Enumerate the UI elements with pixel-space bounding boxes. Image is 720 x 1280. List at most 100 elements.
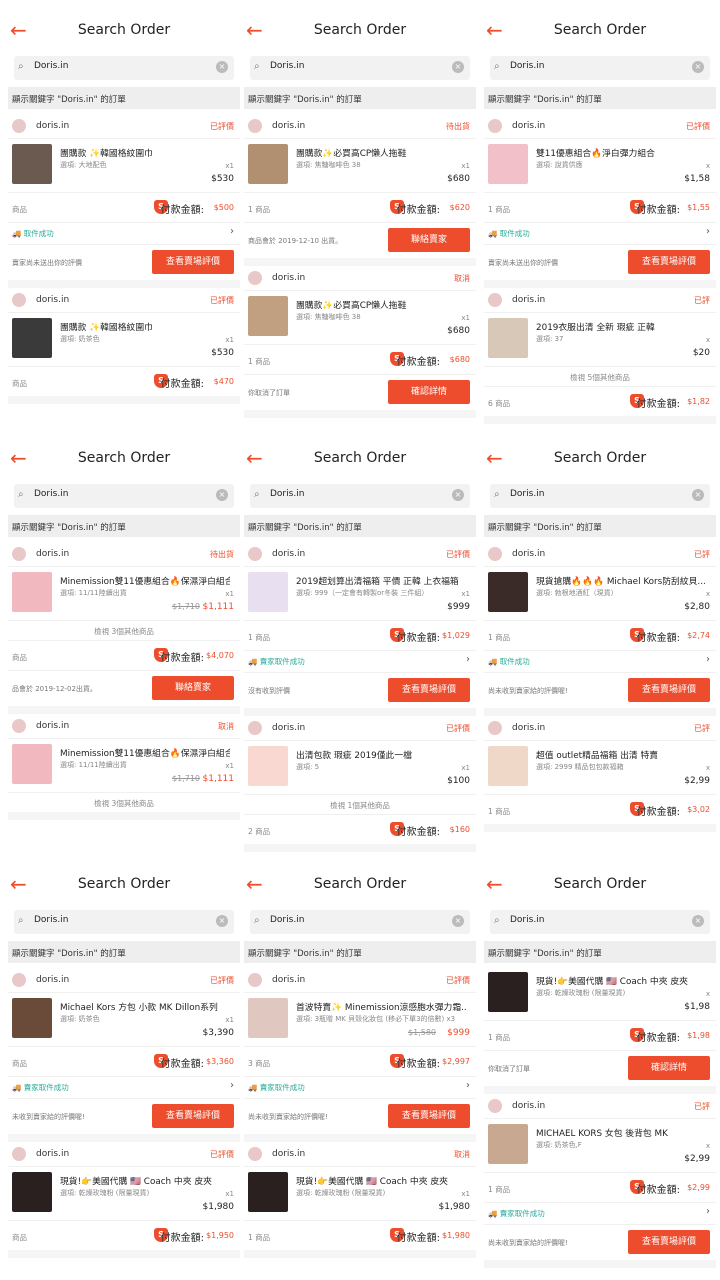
action-button[interactable]: 查看賣場評價 [628, 250, 710, 274]
shop-name[interactable]: doris.in [512, 295, 545, 305]
view-more-link[interactable]: 檢視 1個其他商品 [244, 800, 476, 811]
product-thumbnail[interactable] [488, 746, 528, 786]
order-card[interactable]: doris.in 已評價 出清包款 瑕疵 2019僅此一檔 選項: 5 x1 $100 檢視… [244, 716, 476, 852]
order-card[interactable]: doris.in 已評 MICHAEL KORS 女包 後背包 MK 選項: 奶茶色,… [484, 1094, 716, 1268]
product-title[interactable]: 出清包款 瑕疵 2019僅此一檔 [296, 748, 466, 761]
order-card[interactable]: doris.in 已評 2019衣服出清 全新 瑕疵 正韓 選項: 37 x $20 檢視 … [484, 288, 716, 424]
search-input[interactable]: Doris.in [510, 61, 544, 71]
search-input[interactable]: Doris.in [34, 489, 68, 499]
shipping-status[interactable]: 🚚 賣家取件成功 [488, 1208, 545, 1219]
product-title[interactable]: 超值 outlet精品福箱 出清 特賣 [536, 748, 706, 761]
chevron-right-icon[interactable]: › [706, 654, 710, 665]
clear-icon[interactable]: × [216, 61, 228, 73]
order-card[interactable]: doris.in 已評價 2019超划算出清福箱 平價 正韓 上衣福箱 選項: 999… [244, 542, 476, 716]
order-card[interactable]: doris.in 已評價 Michael Kors 方包 小款 MK Dillon系… [8, 968, 240, 1142]
action-button[interactable]: 確認詳情 [628, 1056, 710, 1080]
order-card[interactable]: doris.in 已評 現貨搶購🔥🔥🔥 Michael Kors防刮紋貝... 選項:… [484, 542, 716, 716]
shop-name[interactable]: doris.in [36, 1149, 69, 1159]
product-thumbnail[interactable] [248, 296, 288, 336]
search-bar[interactable]: ⌕ Doris.in × [250, 56, 470, 80]
view-more-link[interactable]: 檢視 5個其他商品 [484, 372, 716, 383]
clear-icon[interactable]: × [692, 61, 704, 73]
order-card[interactable]: doris.in 已評價 現貨!👉美國代購 🇺🇸 Coach 中夾 皮夾 選項: 乾燥… [8, 1142, 240, 1258]
product-title[interactable]: 2019衣服出清 全新 瑕疵 正韓 [536, 320, 706, 333]
order-card[interactable]: doris.in 已評價 首波特賣✨ Minemission涼感胞水彈力霜... 選項… [244, 968, 476, 1142]
product-thumbnail[interactable] [488, 572, 528, 612]
product-thumbnail[interactable] [488, 144, 528, 184]
shop-name[interactable]: doris.in [272, 723, 305, 733]
shop-name[interactable]: doris.in [36, 975, 69, 985]
search-bar[interactable]: ⌕ Doris.in × [250, 484, 470, 508]
product-title[interactable]: 現貨!👉美國代購 🇺🇸 Coach 中夾 皮夾 [296, 1174, 466, 1187]
product-thumbnail[interactable] [248, 998, 288, 1038]
product-title[interactable]: 團購款 ✨韓國格紋圍巾 [60, 320, 230, 333]
search-input[interactable]: Doris.in [270, 61, 304, 71]
search-input[interactable]: Doris.in [510, 489, 544, 499]
product-title[interactable]: 團購款 ✨韓國格紋圍巾 [60, 146, 230, 159]
shop-name[interactable]: doris.in [36, 549, 69, 559]
search-bar[interactable]: ⌕ Doris.in × [490, 910, 710, 934]
clear-icon[interactable]: × [452, 915, 464, 927]
shop-name[interactable]: doris.in [36, 721, 69, 731]
chevron-right-icon[interactable]: › [230, 226, 234, 237]
product-title[interactable]: 團購款✨必買高CP懶人拖鞋 [296, 298, 466, 311]
action-button[interactable]: 查看賣場評價 [628, 678, 710, 702]
search-input[interactable]: Doris.in [510, 915, 544, 925]
search-bar[interactable]: ⌕ Doris.in × [490, 56, 710, 80]
shop-name[interactable]: doris.in [272, 549, 305, 559]
view-more-link[interactable]: 檢視 3個其他商品 [8, 626, 240, 637]
product-title[interactable]: Minemission雙11優惠組合🔥保濕淨白組合 [60, 746, 230, 759]
action-button[interactable]: 查看賣場評價 [388, 678, 470, 702]
shipping-status[interactable]: 🚚 取件成功 [488, 656, 530, 667]
order-card[interactable]: doris.in 取消 現貨!👉美國代購 🇺🇸 Coach 中夾 皮夾 選項: 乾燥玫… [244, 1142, 476, 1258]
action-button[interactable]: 確認詳情 [388, 380, 470, 404]
product-thumbnail[interactable] [488, 972, 528, 1012]
product-thumbnail[interactable] [12, 998, 52, 1038]
clear-icon[interactable]: × [452, 61, 464, 73]
shop-name[interactable]: doris.in [512, 121, 545, 131]
product-thumbnail[interactable] [12, 1172, 52, 1212]
order-card[interactable]: doris.in 取消 Minemission雙11優惠組合🔥保濕淨白組合 選項: 1… [8, 714, 240, 820]
shipping-status[interactable]: 🚚 賣家取件成功 [12, 1082, 69, 1093]
search-bar[interactable]: ⌕ Doris.in × [14, 910, 234, 934]
search-input[interactable]: Doris.in [34, 61, 68, 71]
order-card[interactable]: doris.in 已評價 雙11優惠組合🔥淨白彈力組合 選項: 說貨供應 x $1,58 1… [484, 114, 716, 288]
product-title[interactable]: Michael Kors 方包 小款 MK Dillon系列 [60, 1000, 230, 1013]
action-button[interactable]: 查看賣場評價 [152, 1104, 234, 1128]
product-thumbnail[interactable] [488, 318, 528, 358]
shop-name[interactable]: doris.in [272, 975, 305, 985]
product-thumbnail[interactable] [248, 572, 288, 612]
shop-name[interactable]: doris.in [512, 549, 545, 559]
product-title[interactable]: 雙11優惠組合🔥淨白彈力組合 [536, 146, 706, 159]
product-title[interactable]: 現貨!👉美國代購 🇺🇸 Coach 中夾 皮夾 [60, 1174, 230, 1187]
shop-name[interactable]: doris.in [272, 273, 305, 283]
clear-icon[interactable]: × [216, 489, 228, 501]
shipping-status[interactable]: 🚚 取件成功 [488, 228, 530, 239]
shop-name[interactable]: doris.in [36, 121, 69, 131]
product-thumbnail[interactable] [12, 318, 52, 358]
action-button[interactable]: 查看賣場評價 [628, 1230, 710, 1254]
shop-name[interactable]: doris.in [36, 295, 69, 305]
order-card[interactable]: doris.in 取消 團購款✨必買高CP懶人拖鞋 選項: 焦糖咖啡色 38 x1 $68… [244, 266, 476, 418]
search-input[interactable]: Doris.in [270, 915, 304, 925]
product-thumbnail[interactable] [248, 144, 288, 184]
search-input[interactable]: Doris.in [34, 915, 68, 925]
product-title[interactable]: 現貨搶購🔥🔥🔥 Michael Kors防刮紋貝... [536, 574, 706, 587]
product-thumbnail[interactable] [488, 1124, 528, 1164]
shipping-status[interactable]: 🚚 取件成功 [12, 228, 54, 239]
chevron-right-icon[interactable]: › [706, 226, 710, 237]
search-bar[interactable]: ⌕ Doris.in × [14, 484, 234, 508]
chevron-right-icon[interactable]: › [230, 1080, 234, 1091]
shipping-status[interactable]: 🚚 賣家取件成功 [248, 1082, 305, 1093]
view-more-link[interactable]: 檢視 3個其他商品 [8, 798, 240, 809]
search-bar[interactable]: ⌕ Doris.in × [250, 910, 470, 934]
order-card[interactable]: 現貨!👉美國代購 🇺🇸 Coach 中夾 皮夾 選項: 乾燥玫瑰粉 (限量現貨) x… [484, 968, 716, 1094]
action-button[interactable]: 聯絡賣家 [152, 676, 234, 700]
search-bar[interactable]: ⌕ Doris.in × [14, 56, 234, 80]
search-input[interactable]: Doris.in [270, 489, 304, 499]
product-title[interactable]: Minemission雙11優惠組合🔥保濕淨白組合 [60, 574, 230, 587]
product-thumbnail[interactable] [12, 744, 52, 784]
product-thumbnail[interactable] [12, 572, 52, 612]
order-card[interactable]: doris.in 待出貨 團購款✨必買高CP懶人拖鞋 選項: 焦糖咖啡色 38 x1 $6… [244, 114, 476, 266]
product-thumbnail[interactable] [248, 1172, 288, 1212]
